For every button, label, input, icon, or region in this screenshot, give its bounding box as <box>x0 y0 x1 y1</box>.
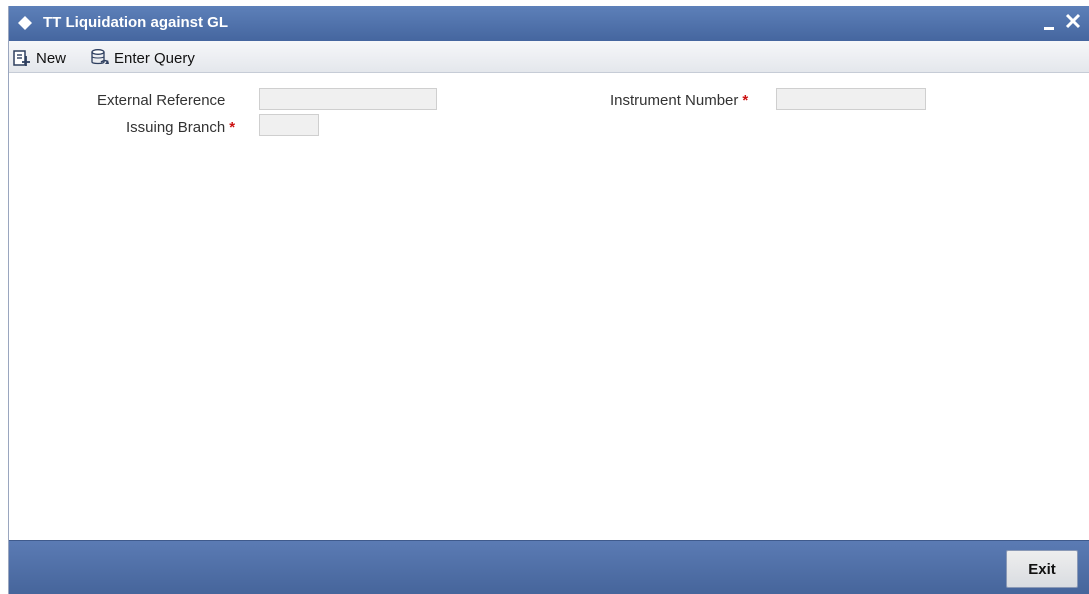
instrument-number-label-text: Instrument Number <box>610 92 739 109</box>
tt-liquidation-window: TT Liquidation against GL New Enter Quer… <box>8 6 1089 594</box>
window-title: TT Liquidation against GL <box>43 14 228 31</box>
instrument-number-input[interactable] <box>776 88 926 110</box>
issuing-branch-label: Issuing Branch * <box>126 119 235 136</box>
exit-button[interactable]: Exit <box>1006 550 1078 588</box>
issuing-branch-input[interactable] <box>259 114 319 136</box>
toolbar: New Enter Query <box>9 41 1089 73</box>
diamond-icon <box>17 15 33 31</box>
instrument-number-required-indicator: * <box>742 92 749 109</box>
minimize-icon[interactable] <box>1039 9 1061 35</box>
external-reference-label: External Reference <box>97 92 225 109</box>
external-reference-label-text: External Reference <box>97 92 226 109</box>
external-reference-input[interactable] <box>259 88 437 110</box>
issuing-branch-required-indicator: * <box>229 119 236 136</box>
new-document-icon <box>12 48 32 68</box>
query-icon <box>90 48 110 68</box>
title-bar: TT Liquidation against GL <box>9 6 1089 41</box>
close-icon[interactable] <box>1062 9 1084 35</box>
instrument-number-label: Instrument Number * <box>610 92 748 109</box>
new-button-label: New <box>36 49 67 67</box>
enter-query-button-label: Enter Query <box>114 49 195 67</box>
enter-query-button[interactable]: Enter Query <box>90 47 195 69</box>
issuing-branch-label-text: Issuing Branch <box>126 119 226 136</box>
footer-bar: Exit <box>9 540 1089 594</box>
new-button[interactable]: New <box>12 47 66 69</box>
